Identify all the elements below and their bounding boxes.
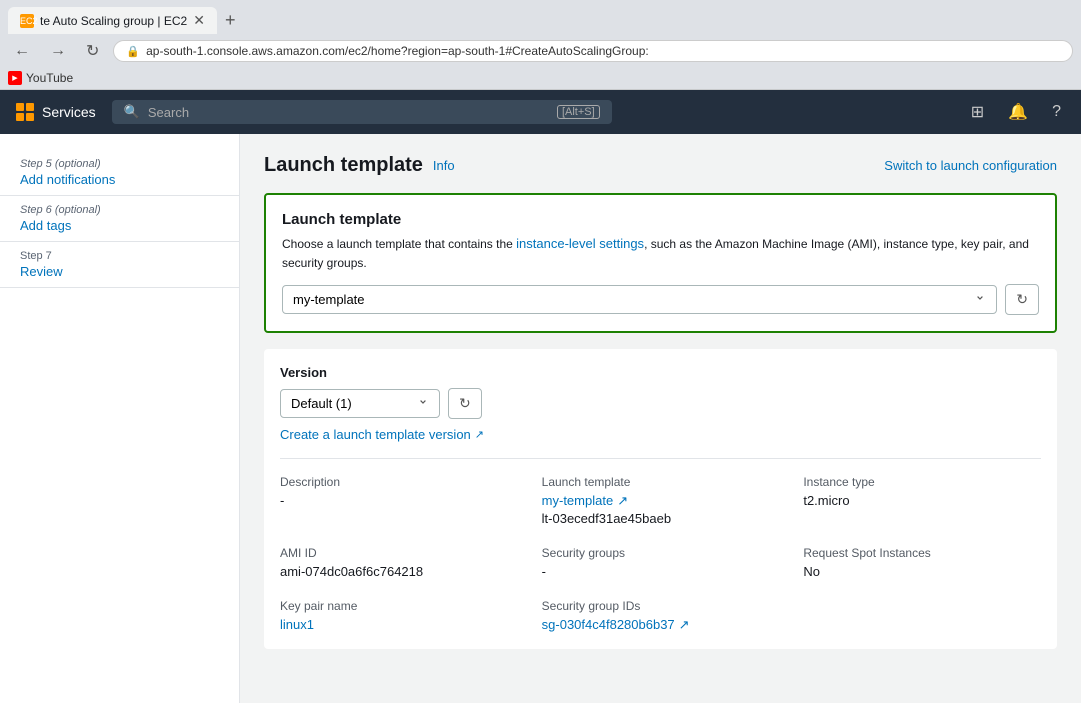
description-value: - (280, 493, 518, 508)
security-groups-label: Security groups (542, 546, 780, 560)
bookmark-youtube[interactable]: YouTube (8, 71, 73, 85)
search-shortcut: [Alt+S] (557, 105, 600, 119)
aws-logo: Services (16, 103, 96, 121)
template-refresh-button[interactable]: ↻ (1005, 284, 1039, 315)
version-refresh-button[interactable]: ↻ (448, 388, 482, 419)
launch-template-box: Launch template Choose a launch template… (264, 193, 1057, 333)
back-button[interactable]: ← (8, 40, 36, 62)
step6-label: Step 6 (optional) (20, 204, 219, 216)
page-header: Launch template Info Switch to launch co… (264, 154, 1057, 177)
launch-template-id: lt-03ecedf31ae45baeb (542, 511, 780, 526)
tab-title: te Auto Scaling group | EC2 (40, 14, 187, 28)
page-title-row: Launch template Info (264, 154, 455, 177)
security-group-ids-ext-icon: ↗ (679, 617, 690, 633)
key-pair-label: Key pair name (280, 599, 518, 613)
switch-to-launch-config-link[interactable]: Switch to launch configuration (884, 158, 1057, 173)
page-title: Launch template (264, 154, 423, 177)
security-groups-detail: Security groups - (542, 546, 780, 579)
security-group-ids-value[interactable]: sg-030f4c4f8280b6b37 ↗ (542, 617, 780, 633)
terminal-icon-button[interactable]: ⊞ (967, 98, 988, 126)
request-spot-value: No (803, 564, 1041, 579)
aws-search-bar[interactable]: 🔍 [Alt+S] (112, 100, 612, 124)
launch-template-link[interactable]: my-template ↗ (542, 493, 780, 509)
launch-template-section-desc: Choose a launch template that contains t… (282, 234, 1039, 272)
instance-type-detail: Instance type t2.micro (803, 475, 1041, 526)
key-pair-detail: Key pair name linux1 (280, 599, 518, 633)
launch-template-detail-label: Launch template (542, 475, 780, 489)
details-divider (280, 458, 1041, 459)
step5-label: Step 5 (optional) (20, 158, 219, 170)
security-groups-value: - (542, 564, 780, 579)
security-group-ids-label: Security group IDs (542, 599, 780, 613)
instance-type-label: Instance type (803, 475, 1041, 489)
content-area: Launch template Info Switch to launch co… (240, 134, 1081, 703)
instance-level-settings-link[interactable]: instance-level settings (516, 236, 644, 251)
template-dropdown-row: my-template ↻ (282, 284, 1039, 315)
lock-icon: 🔒 (126, 45, 140, 58)
request-spot-detail: Request Spot Instances No (803, 546, 1041, 579)
step7-label: Step 7 (20, 250, 219, 262)
sidebar-section-step5: Step 5 (optional) Add notifications (0, 150, 239, 196)
launch-template-detail-value: my-template ↗ lt-03ecedf31ae45baeb (542, 493, 780, 526)
launch-template-link-text: my-template (542, 493, 614, 508)
main-layout: Step 5 (optional) Add notifications Step… (0, 134, 1081, 703)
instance-type-value: t2.micro (803, 493, 1041, 508)
security-group-ids-link-text: sg-030f4c4f8280b6b37 (542, 617, 675, 632)
version-label: Version (280, 365, 1041, 380)
tab-close-button[interactable]: ✕ (193, 12, 205, 29)
forward-button[interactable]: → (44, 40, 72, 62)
browser-tab[interactable]: EC2 te Auto Scaling group | EC2 ✕ (8, 7, 217, 34)
version-section: Version Default (1) ↻ Create a launch te… (264, 349, 1057, 649)
ami-id-label: AMI ID (280, 546, 518, 560)
ami-id-detail: AMI ID ami-074dc0a6f6c764218 (280, 546, 518, 579)
search-input[interactable] (148, 105, 549, 120)
address-bar[interactable]: 🔒 ap-south-1.console.aws.amazon.com/ec2/… (113, 40, 1073, 62)
aws-grid-icon (16, 103, 34, 121)
services-label[interactable]: Services (42, 104, 96, 120)
create-launch-template-version-link[interactable]: Create a launch template version ↗ (280, 427, 1041, 442)
bookmark-youtube-label: YouTube (26, 71, 73, 85)
reload-button[interactable]: ↻ (80, 39, 105, 63)
sidebar-section-step6: Step 6 (optional) Add tags (0, 196, 239, 242)
security-group-ids-detail: Security group IDs sg-030f4c4f8280b6b37 … (542, 599, 780, 633)
new-tab-button[interactable]: + (221, 6, 240, 35)
create-template-link-text: Create a launch template version (280, 427, 471, 442)
sidebar-item-add-tags[interactable]: Add tags (20, 218, 219, 233)
topnav-icons: ⊞ 🔔 ? (967, 98, 1065, 126)
sidebar-section-step7: Step 7 Review (0, 242, 239, 288)
bookmarks-bar: YouTube (0, 69, 1081, 90)
bell-icon-button[interactable]: 🔔 (1004, 98, 1032, 126)
search-icon: 🔍 (124, 104, 140, 120)
version-row: Default (1) ↻ (280, 388, 1041, 419)
details-grid: Description - Launch template my-templat… (280, 475, 1041, 633)
sidebar-item-add-notifications[interactable]: Add notifications (20, 172, 219, 187)
ami-id-value: ami-074dc0a6f6c764218 (280, 564, 518, 579)
sidebar-item-review[interactable]: Review (20, 264, 219, 279)
version-dropdown[interactable]: Default (1) (280, 389, 440, 418)
address-bar-row: ← → ↻ 🔒 ap-south-1.console.aws.amazon.co… (0, 35, 1081, 69)
external-link-icon: ↗ (475, 428, 484, 441)
aws-topnav: Services 🔍 [Alt+S] ⊞ 🔔 ? (0, 90, 1081, 134)
description-detail: Description - (280, 475, 518, 526)
info-link[interactable]: Info (433, 158, 455, 173)
sidebar: Step 5 (optional) Add notifications Step… (0, 134, 240, 703)
help-icon-button[interactable]: ? (1048, 99, 1065, 125)
description-label: Description (280, 475, 518, 489)
youtube-favicon (8, 71, 22, 85)
key-pair-value[interactable]: linux1 (280, 617, 518, 632)
launch-template-ext-icon: ↗ (617, 493, 628, 509)
request-spot-label: Request Spot Instances (803, 546, 1041, 560)
template-dropdown[interactable]: my-template (282, 285, 997, 314)
tab-favicon: EC2 (20, 14, 34, 28)
url-text: ap-south-1.console.aws.amazon.com/ec2/ho… (146, 44, 649, 58)
launch-template-section-title: Launch template (282, 211, 1039, 228)
launch-template-detail: Launch template my-template ↗ lt-03ecedf… (542, 475, 780, 526)
